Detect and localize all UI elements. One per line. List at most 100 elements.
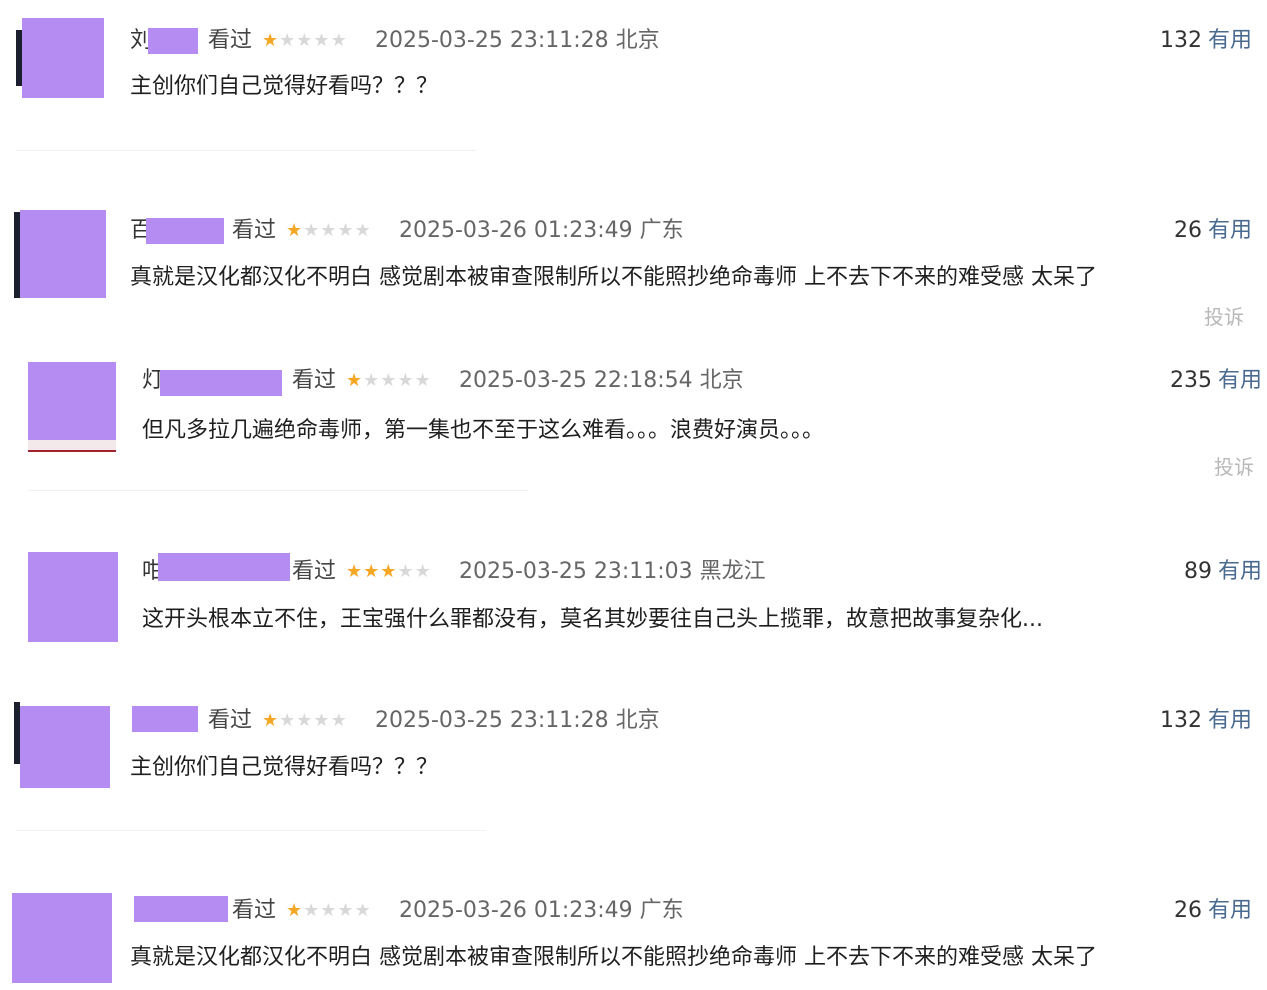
- star-empty-icon: ★: [330, 710, 348, 731]
- watched-status: 看过: [292, 368, 337, 393]
- review-location: 广东: [639, 218, 684, 243]
- review-datetime: 2025-03-26 01:23:49: [399, 218, 633, 243]
- star-filled-icon: ★: [346, 561, 364, 582]
- useful-vote[interactable]: 89 有用: [1110, 559, 1262, 585]
- rating-stars: ★★★★★: [286, 898, 372, 924]
- review-location: 北京: [699, 368, 744, 393]
- username-redaction: [132, 706, 198, 732]
- rating-stars: ★★★★★: [346, 559, 432, 585]
- star-filled-icon: ★: [346, 370, 364, 391]
- watched-status: 看过: [232, 898, 277, 923]
- useful-vote[interactable]: 132 有用: [1100, 708, 1252, 734]
- star-empty-icon: ★: [303, 900, 321, 921]
- watched-status: 看过: [292, 559, 337, 584]
- star-empty-icon: ★: [380, 370, 398, 391]
- review-content: 主创你们自己觉得好看吗？？？: [130, 74, 439, 99]
- review-time: 2025-03-25 23:11:28 北京: [375, 28, 660, 54]
- report-link[interactable]: 投诉: [1214, 455, 1254, 479]
- review-time: 2025-03-26 01:23:49 广东: [399, 218, 684, 244]
- useful-vote[interactable]: 132 有用: [1100, 28, 1252, 54]
- star-empty-icon: ★: [330, 30, 348, 51]
- avatar[interactable]: [28, 362, 116, 440]
- watched-status: 看过: [208, 28, 253, 53]
- review-divider: [16, 150, 476, 151]
- star-filled-icon: ★: [380, 561, 398, 582]
- star-filled-icon: ★: [262, 30, 280, 51]
- watched-status: 看过: [208, 708, 253, 733]
- review-time: 2025-03-26 01:23:49 广东: [399, 898, 684, 924]
- rating-stars: ★★★★★: [262, 28, 348, 54]
- avatar[interactable]: [12, 893, 112, 983]
- useful-button[interactable]: 有用: [1208, 218, 1252, 243]
- review-content: 但凡多拉几遍绝命毒师，第一集也不至于这么难看。。。浪费好演员。。。: [142, 418, 825, 443]
- useful-button[interactable]: 有用: [1218, 368, 1262, 393]
- username-redaction: [158, 553, 290, 581]
- star-empty-icon: ★: [296, 710, 314, 731]
- star-empty-icon: ★: [313, 30, 331, 51]
- useful-button[interactable]: 有用: [1218, 559, 1262, 584]
- review-content: 主创你们自己觉得好看吗？？？: [130, 755, 439, 780]
- star-empty-icon: ★: [337, 220, 355, 241]
- star-empty-icon: ★: [414, 561, 432, 582]
- avatar-strip: [28, 440, 116, 452]
- rating-stars: ★★★★★: [346, 368, 432, 394]
- star-empty-icon: ★: [303, 220, 321, 241]
- avatar[interactable]: [28, 552, 118, 642]
- useful-count: 235: [1169, 368, 1212, 393]
- star-filled-icon: ★: [363, 561, 381, 582]
- watched-status: 看过: [232, 218, 277, 243]
- star-filled-icon: ★: [262, 710, 280, 731]
- useful-count: 26: [1173, 218, 1202, 243]
- star-empty-icon: ★: [397, 370, 415, 391]
- review-datetime: 2025-03-26 01:23:49: [399, 898, 633, 923]
- star-empty-icon: ★: [279, 710, 297, 731]
- star-filled-icon: ★: [286, 900, 304, 921]
- useful-vote[interactable]: 26 有用: [1100, 898, 1252, 924]
- avatar[interactable]: [22, 18, 104, 98]
- review-location: 北京: [615, 28, 660, 53]
- useful-count: 26: [1173, 898, 1202, 923]
- star-empty-icon: ★: [337, 900, 355, 921]
- star-empty-icon: ★: [279, 30, 297, 51]
- review-datetime: 2025-03-25 23:11:28: [375, 708, 609, 733]
- useful-vote[interactable]: 235 有用: [1110, 368, 1262, 394]
- star-empty-icon: ★: [363, 370, 381, 391]
- avatar[interactable]: [20, 706, 110, 788]
- review-content: 真就是汉化都汉化不明白 感觉剧本被审查限制所以不能照抄绝命毒师 上不去下不来的难…: [130, 945, 1097, 970]
- username-redaction: [160, 370, 282, 396]
- username-redaction: [148, 28, 198, 54]
- review-datetime: 2025-03-25 23:11:03: [459, 559, 693, 584]
- review-datetime: 2025-03-25 22:18:54: [459, 368, 693, 393]
- report-link[interactable]: 投诉: [1204, 305, 1244, 329]
- star-empty-icon: ★: [414, 370, 432, 391]
- review-time: 2025-03-25 23:11:28 北京: [375, 708, 660, 734]
- review-divider: [16, 830, 486, 831]
- star-empty-icon: ★: [354, 900, 372, 921]
- review-location: 黑龙江: [699, 559, 766, 584]
- review-location: 北京: [615, 708, 660, 733]
- useful-vote[interactable]: 26 有用: [1100, 218, 1252, 244]
- username-redaction: [146, 218, 224, 244]
- username-redaction: [134, 896, 228, 922]
- star-empty-icon: ★: [296, 30, 314, 51]
- review-datetime: 2025-03-25 23:11:28: [375, 28, 609, 53]
- avatar[interactable]: [20, 210, 106, 298]
- review-time: 2025-03-25 23:11:03 黑龙江: [459, 559, 766, 585]
- useful-button[interactable]: 有用: [1208, 898, 1252, 923]
- useful-count: 132: [1159, 28, 1202, 53]
- review-divider: [28, 490, 528, 491]
- useful-button[interactable]: 有用: [1208, 708, 1252, 733]
- useful-count: 132: [1159, 708, 1202, 733]
- rating-stars: ★★★★★: [262, 708, 348, 734]
- useful-button[interactable]: 有用: [1208, 28, 1252, 53]
- star-empty-icon: ★: [320, 220, 338, 241]
- star-empty-icon: ★: [354, 220, 372, 241]
- review-content: 这开头根本立不住，王宝强什么罪都没有，莫名其妙要往自己头上揽罪，故意把故事复杂化…: [142, 607, 1043, 632]
- review-time: 2025-03-25 22:18:54 北京: [459, 368, 744, 394]
- review-location: 广东: [639, 898, 684, 923]
- useful-count: 89: [1183, 559, 1212, 584]
- rating-stars: ★★★★★: [286, 218, 372, 244]
- star-empty-icon: ★: [320, 900, 338, 921]
- review-content: 真就是汉化都汉化不明白 感觉剧本被审查限制所以不能照抄绝命毒师 上不去下不来的难…: [130, 265, 1097, 290]
- star-empty-icon: ★: [397, 561, 415, 582]
